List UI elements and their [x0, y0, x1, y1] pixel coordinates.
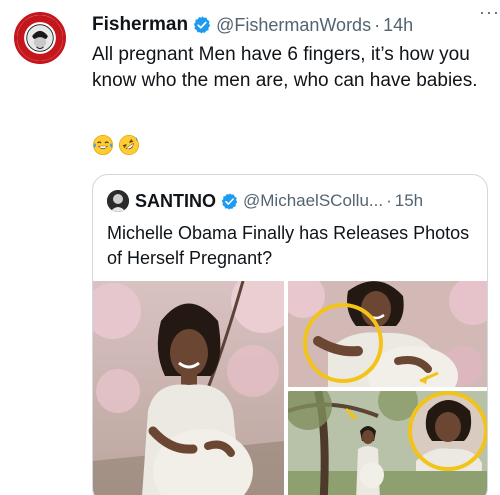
verified-badge-icon: [193, 16, 211, 34]
author-avatar[interactable]: [14, 12, 66, 64]
quoted-author-avatar[interactable]: [107, 190, 129, 212]
separator-dot: ·: [374, 14, 381, 35]
rolling-on-floor-laughing-icon: [119, 135, 139, 155]
verified-badge-icon: [221, 192, 238, 210]
quoted-tweet-timestamp[interactable]: 15h: [395, 191, 423, 211]
tweet-header: Fisherman @FishermanWords · 14h: [92, 12, 486, 38]
quoted-author-handle[interactable]: @MichaelSCollu...: [243, 191, 383, 211]
tweet-timestamp[interactable]: 14h: [383, 15, 413, 36]
author-handle[interactable]: @FishermanWords: [216, 15, 371, 36]
photo-wide[interactable]: [288, 391, 487, 495]
quoted-tweet-card[interactable]: SANTINO @MichaelSCollu... · 15h Michelle…: [92, 174, 488, 495]
tweet[interactable]: Fisherman @FishermanWords · 14h ··· All …: [0, 0, 500, 495]
tweet-text: All pregnant Men have 6 fingers, it’s ho…: [92, 44, 478, 91]
face-with-tears-of-joy-icon: [93, 135, 113, 155]
separator-dot: ·: [386, 191, 392, 210]
media-grid: [93, 281, 487, 495]
photo-hand-zoom[interactable]: [288, 281, 487, 387]
quoted-tweet-text: Michelle Obama Finally has Releases Phot…: [107, 223, 470, 268]
more-icon[interactable]: ···: [479, 2, 500, 23]
author-name[interactable]: Fisherman: [92, 14, 188, 36]
photo-main[interactable]: [93, 281, 284, 495]
quoted-author-name[interactable]: SANTINO: [135, 191, 216, 212]
emoji-row: [92, 134, 140, 156]
quoted-tweet-header: SANTINO @MichaelSCollu... · 15h: [107, 189, 477, 213]
